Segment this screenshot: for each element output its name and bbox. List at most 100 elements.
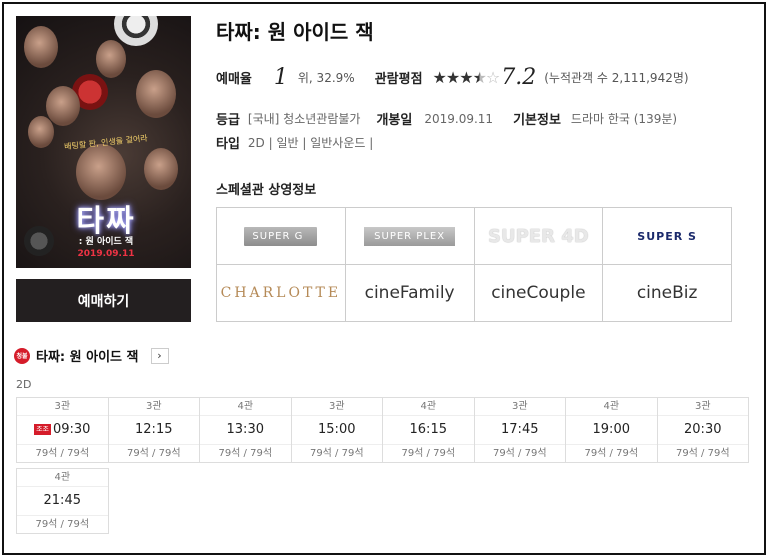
special-hall-title: 스페셜관 상영정보 [216, 183, 317, 198]
cinefamily-logo: cineFamily [364, 283, 455, 303]
grade-value: [국내] 청소년관람불가 [247, 112, 361, 126]
super-s-logo: SUPER S [637, 229, 697, 243]
showtime-slot[interactable]: 3관 조조 09:30 79석 / 79석 [16, 397, 109, 463]
showtime-row: 3관 조조 09:30 79석 / 79석 3관 12:15 79석 / 79석 4관 13:3… [16, 397, 756, 463]
hall-label: 3관 [17, 398, 108, 416]
hall-label: 4관 [200, 398, 291, 416]
booking-rate-value: 위, 32.9% [297, 70, 355, 85]
hall-label: 4관 [383, 398, 474, 416]
hall-label: 4관 [566, 398, 657, 416]
showtime: 20:30 [658, 416, 749, 444]
movie-poster[interactable]: 배팅할 판, 인생을 걸어라 타짜 : 원 아이드 잭 2019.09.11 [16, 16, 191, 268]
super-plex-logo: SUPER PLEX [364, 226, 456, 246]
rating-label: 관람평점 [374, 71, 423, 87]
showtime: 조조 09:30 [17, 416, 108, 444]
showtime-slot[interactable]: 3관 20:30 79석 / 79석 [656, 397, 749, 463]
basic-info-label: 기본정보 [513, 113, 561, 128]
showtime: 15:00 [292, 416, 383, 444]
type-label: 타입 [216, 137, 240, 152]
showtime: 12:15 [109, 416, 200, 444]
special-hall-super-g[interactable]: SUPER G [217, 208, 346, 265]
seat-count: 79석 / 79석 [657, 444, 748, 462]
special-hall-cinebiz[interactable]: cineBiz [603, 265, 732, 322]
schedule-header: 청불 타짜: 원 아이드 잭 › [14, 346, 169, 365]
showtime-text: 15:00 [318, 422, 356, 437]
star-full-icon: ★ [459, 67, 473, 87]
star-rating: ★ ★ ★ ★ ☆ [432, 67, 501, 87]
seat-count: 79석 / 79석 [291, 444, 382, 462]
type-value: 2D | 일반 | 일반사운드 | [247, 136, 374, 150]
showtime: 19:00 [566, 416, 657, 444]
special-hall-grid: SUPER G SUPER PLEX SUPER 4D SUPER S CHAR… [216, 207, 732, 322]
special-hall-super-s[interactable]: SUPER S [603, 208, 732, 265]
special-hall-super-4d[interactable]: SUPER 4D [474, 208, 604, 265]
poker-chip-icon [114, 16, 158, 46]
showtime-slot[interactable]: 3관 15:00 79석 / 79석 [290, 397, 383, 463]
showtime: 13:30 [200, 416, 291, 444]
age-rating-badge: 청불 [14, 347, 30, 364]
seat-count: 79석 / 79석 [474, 444, 565, 462]
showtime-text: 16:15 [409, 422, 447, 437]
showtime-text: 19:00 [592, 422, 630, 437]
cinecouple-logo: cineCouple [491, 283, 586, 303]
charlotte-logo: CHARLOTTE [220, 285, 342, 301]
showtime-text: 20:30 [684, 422, 722, 437]
showtime-text: 21:45 [43, 493, 81, 508]
hall-label: 3관 [108, 398, 199, 416]
star-half-icon: ★ [472, 67, 487, 87]
early-show-badge: 조조 [34, 424, 51, 435]
showtime-slot[interactable]: 3관 17:45 79석 / 79석 [473, 397, 566, 463]
rating-score: 7.2 [501, 64, 537, 90]
star-full-icon: ★ [432, 67, 447, 87]
release-label: 개봉일 [376, 113, 413, 128]
hall-label: 3관 [474, 398, 565, 416]
book-button[interactable]: 예매하기 [16, 279, 191, 322]
seat-count: 79석 / 79석 [200, 444, 291, 462]
movie-title: 타짜: 원 아이드 잭 [216, 20, 374, 44]
special-hall-charlotte[interactable]: CHARLOTTE [217, 265, 346, 322]
showtime-slot[interactable]: 4관 13:30 79석 / 79석 [199, 397, 292, 463]
special-hall-super-plex[interactable]: SUPER PLEX [345, 208, 475, 265]
format-label: 2D [16, 378, 32, 391]
showtime: 21:45 [17, 487, 108, 515]
showtime: 17:45 [475, 416, 566, 444]
type-row: 타입 2D | 일반 | 일반사운드 | [216, 133, 373, 152]
super-g-logo: SUPER G [244, 226, 318, 246]
booking-rate-label: 예매율 [216, 71, 252, 87]
showtime-slot[interactable]: 4관 21:45 79석 / 79석 [16, 468, 109, 534]
showtime-slot[interactable]: 4관 16:15 79석 / 79석 [382, 397, 475, 463]
showtime-text: 13:30 [226, 422, 264, 437]
poster-date: 2019.09.11 [77, 249, 135, 259]
special-hall-cinecouple[interactable]: cineCouple [474, 265, 604, 322]
seat-count: 79석 / 79석 [566, 444, 657, 462]
showtime-row: 4관 21:45 79석 / 79석 [16, 468, 756, 534]
showtime-text: 17:45 [501, 422, 539, 437]
schedule-movie-title: 타짜: 원 아이드 잭 [36, 350, 139, 365]
seat-count: 79석 / 79석 [17, 515, 108, 533]
chevron-right-icon[interactable]: › [150, 347, 169, 364]
hall-label: 3관 [291, 398, 382, 416]
cumulative-audience: (누적관객 수 2,111,942명) [544, 70, 689, 85]
special-hall-cinefamily[interactable]: cineFamily [345, 265, 475, 322]
showtime-text: 09:30 [52, 422, 91, 437]
poster-subtitle: : 원 아이드 잭 [78, 237, 134, 247]
hall-label: 3관 [657, 398, 748, 416]
showtime-slot[interactable]: 3관 12:15 79석 / 79석 [107, 397, 200, 463]
release-value: 2019.09.11 [424, 111, 494, 126]
grade-label: 등급 [216, 113, 240, 128]
rating-row: 예매율 1 위, 32.9% 관람평점 ★ ★ ★ ★ ☆ 7.2 (누적관객 … [216, 64, 689, 90]
basic-info-value: 드라마 한국 (139분) [570, 112, 678, 126]
star-empty-icon: ☆ [485, 67, 500, 87]
seat-count: 79석 / 79석 [17, 444, 108, 462]
cinebiz-logo: cineBiz [636, 283, 698, 303]
poker-chip-icon [24, 226, 54, 256]
booking-rank: 1 [273, 64, 288, 90]
showtime-text: 12:15 [135, 422, 173, 437]
star-full-icon: ★ [445, 67, 460, 87]
showtime-slot[interactable]: 4관 19:00 79석 / 79석 [565, 397, 658, 463]
showtime: 16:15 [383, 416, 474, 444]
hall-label: 4관 [17, 469, 108, 487]
info-row: 등급 [국내] 청소년관람불가 개봉일 2019.09.11 기본정보 드라마 … [216, 109, 678, 129]
seat-count: 79석 / 79석 [383, 444, 474, 462]
seat-count: 79석 / 79석 [108, 444, 199, 462]
